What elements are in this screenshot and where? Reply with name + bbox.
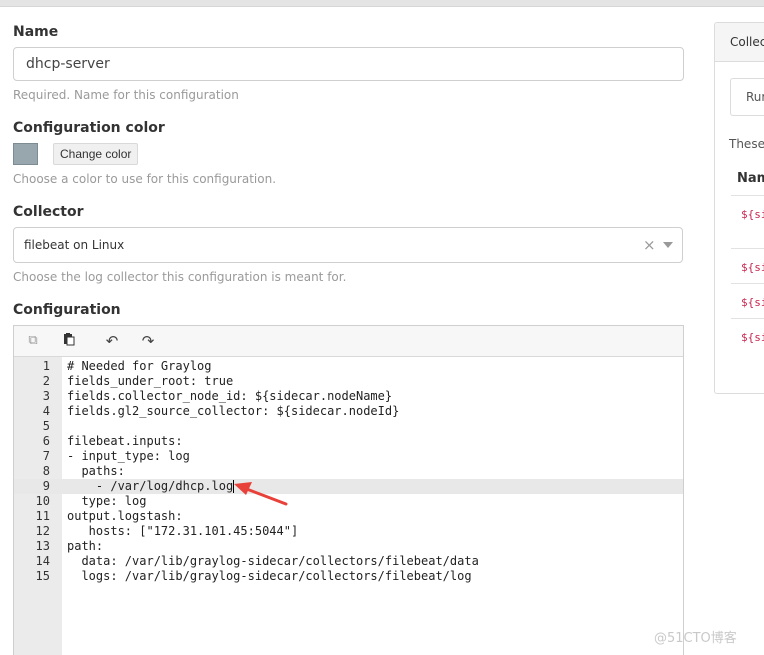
line-text: fields.collector_node_id: ${sidecar.node… bbox=[67, 389, 393, 403]
redo-icon[interactable]: ↷ bbox=[139, 332, 157, 350]
code-line[interactable]: 3 fields.collector_node_id: ${sidecar.nod… bbox=[14, 389, 683, 404]
change-color-button[interactable]: Change color bbox=[53, 143, 139, 165]
table-divider bbox=[731, 283, 764, 284]
panel-description: These bbox=[729, 137, 764, 151]
line-number: 3 bbox=[42, 389, 50, 403]
line-number: 2 bbox=[42, 374, 50, 388]
color-help: Choose a color to use for this configura… bbox=[13, 172, 277, 186]
code-line[interactable]: 13 path: bbox=[14, 539, 683, 554]
code-lines[interactable]: 1 # Needed for Graylog 2 fields_under_root:… bbox=[14, 359, 683, 584]
line-text: filebeat.inputs: bbox=[67, 434, 183, 448]
line-number: 11 bbox=[35, 509, 50, 523]
code-line[interactable]: 12 hosts: ["172.31.101.45:5044"] bbox=[14, 524, 683, 539]
code-line[interactable]: 10 type: log bbox=[14, 494, 683, 509]
name-label: Name bbox=[13, 24, 59, 40]
tab-running[interactable]: Rur bbox=[730, 78, 764, 116]
table-divider bbox=[731, 195, 764, 196]
line-number: 12 bbox=[35, 524, 50, 538]
line-number: 10 bbox=[35, 494, 50, 508]
line-number: 15 bbox=[35, 569, 50, 583]
line-number: 7 bbox=[42, 449, 50, 463]
color-swatch[interactable] bbox=[13, 143, 38, 165]
line-text: path: bbox=[67, 539, 104, 553]
collector-status-panel: Collec Rur These Nam ${si ${si ${si ${si bbox=[714, 22, 764, 394]
line-text: - /var/log/dhcp.log bbox=[67, 479, 235, 493]
table-divider bbox=[731, 318, 764, 319]
code-line[interactable]: 2 fields_under_root: true bbox=[14, 374, 683, 389]
code-line[interactable]: 1 # Needed for Graylog bbox=[14, 359, 683, 374]
variable-cell: ${si bbox=[741, 296, 764, 309]
line-number: 5 bbox=[42, 419, 50, 433]
line-number: 6 bbox=[42, 434, 50, 448]
variable-cell: ${si bbox=[741, 331, 764, 344]
code-line[interactable]: 8 paths: bbox=[14, 464, 683, 479]
code-line[interactable]: 4 fields.gl2_source_collector: ${sidecar.… bbox=[14, 404, 683, 419]
panel-title: Collec bbox=[730, 35, 764, 49]
line-number: 14 bbox=[35, 554, 50, 568]
undo-icon[interactable]: ↶ bbox=[103, 332, 121, 350]
name-input[interactable]: dhcp-server bbox=[13, 47, 684, 81]
line-number: 9 bbox=[42, 479, 50, 493]
code-line[interactable]: 14 data: /var/lib/graylog-sidecar/collec… bbox=[14, 554, 683, 569]
watermark: @51CTO博客 bbox=[654, 631, 737, 646]
collector-select[interactable]: filebeat on Linux × bbox=[13, 227, 683, 263]
top-strip bbox=[0, 0, 764, 7]
column-header-name: Nam bbox=[737, 171, 764, 186]
code-line[interactable]: 5 bbox=[14, 419, 683, 434]
code-line[interactable]: 6 filebeat.inputs: bbox=[14, 434, 683, 449]
line-number: 1 bbox=[42, 359, 50, 373]
chevron-down-icon[interactable] bbox=[663, 242, 673, 248]
line-text: # Needed for Graylog bbox=[67, 359, 212, 373]
line-text: hosts: ["172.31.101.45:5044"] bbox=[67, 524, 299, 538]
variable-cell: ${si bbox=[741, 208, 764, 221]
line-text: data: /var/lib/graylog-sidecar/collector… bbox=[67, 554, 479, 568]
paste-icon[interactable] bbox=[60, 332, 78, 350]
line-text: - input_type: log bbox=[67, 449, 190, 463]
line-text: output.logstash: bbox=[67, 509, 183, 523]
line-text: logs: /var/lib/graylog-sidecar/collector… bbox=[67, 569, 472, 583]
line-text: fields.gl2_source_collector: ${sidecar.n… bbox=[67, 404, 400, 418]
line-text: type: log bbox=[67, 494, 147, 508]
line-number: 8 bbox=[42, 464, 50, 478]
tab-running-label: Rur bbox=[746, 90, 764, 104]
line-text: fields_under_root: true bbox=[67, 374, 234, 388]
collector-help: Choose the log collector this configurat… bbox=[13, 270, 347, 284]
variable-cell: ${si bbox=[741, 261, 764, 274]
clear-icon[interactable]: × bbox=[643, 228, 656, 262]
collector-select-value: filebeat on Linux bbox=[24, 238, 125, 252]
code-line[interactable]: 7 - input_type: log bbox=[14, 449, 683, 464]
line-number: 13 bbox=[35, 539, 50, 553]
name-help: Required. Name for this configuration bbox=[13, 88, 239, 102]
color-label: Configuration color bbox=[13, 120, 165, 136]
line-number: 4 bbox=[42, 404, 50, 418]
copy-icon[interactable]: ⧉ bbox=[24, 332, 42, 350]
configuration-label: Configuration bbox=[13, 302, 121, 318]
code-line[interactable]: 15 logs: /var/lib/graylog-sidecar/collec… bbox=[14, 569, 683, 584]
code-editor[interactable]: ⧉ ↶ ↷ 1 # Needed for Graylog 2 fields_under… bbox=[13, 325, 684, 655]
table-divider bbox=[731, 248, 764, 249]
panel-header: Collec bbox=[715, 23, 764, 62]
line-text: paths: bbox=[67, 464, 125, 478]
code-line[interactable]: 11 output.logstash: bbox=[14, 509, 683, 524]
editor-toolbar: ⧉ ↶ ↷ bbox=[14, 326, 683, 357]
annotation-arrow-icon bbox=[234, 482, 288, 506]
code-line[interactable]: 9 - /var/log/dhcp.log bbox=[14, 479, 683, 494]
collector-label: Collector bbox=[13, 204, 84, 220]
